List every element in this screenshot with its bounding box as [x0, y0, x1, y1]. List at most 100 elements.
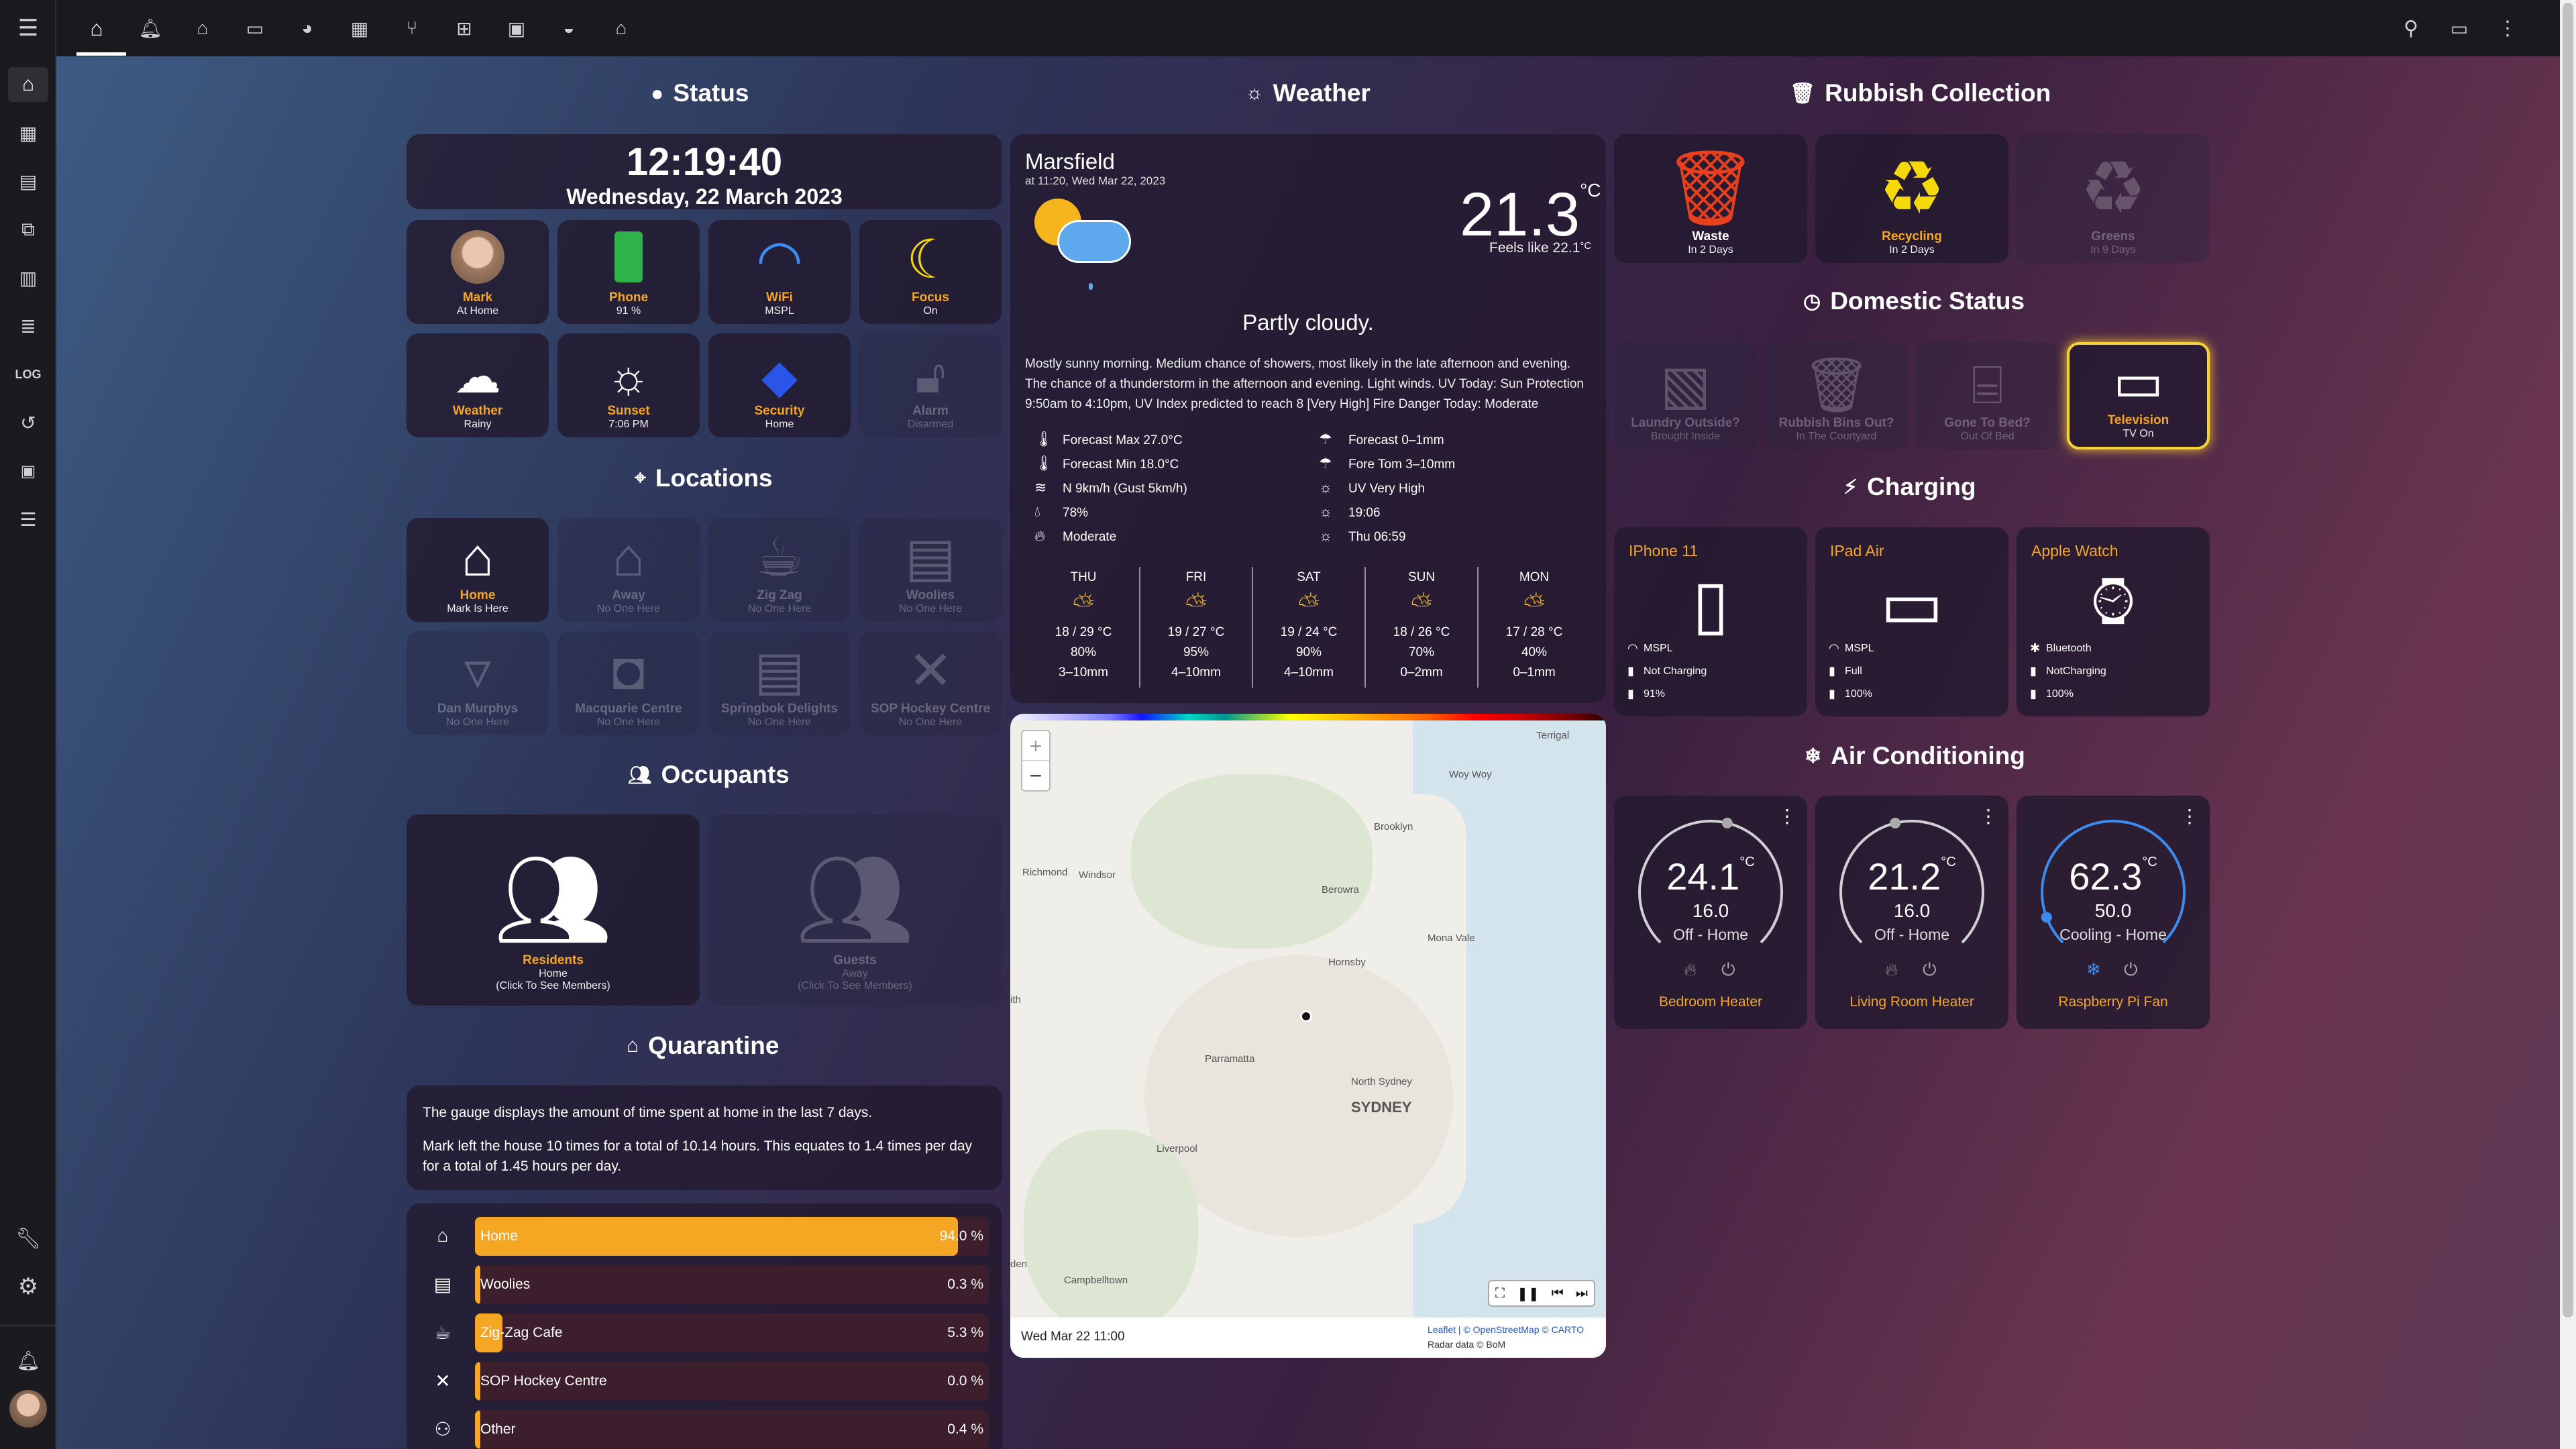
device-info-2: 91% — [1644, 688, 1666, 700]
store-icon[interactable]: ▤ — [8, 164, 48, 199]
thermostat-card-1[interactable]: ⋮ 21.2°C 16.0 Off - Home 🔥︎ ⏻ Living Room Heat… — [1815, 796, 2008, 1029]
scrollbar-thumb[interactable] — [2563, 3, 2573, 1318]
server-icon[interactable]: ☰ — [8, 502, 48, 537]
radar-map-card[interactable]: Terrigal Woy Woy Richmond Windsor Brooklyn Be… — [1010, 714, 1606, 1358]
tile-weather[interactable]: ☁ Weather Rainy — [407, 333, 549, 437]
menu-icon[interactable]: ☰ — [12, 15, 44, 42]
usage-bar[interactable]: Zig-Zag Cafe 5.3 % — [475, 1313, 989, 1352]
tab-film-icon[interactable]: ▦ — [339, 12, 380, 44]
tile-home-location[interactable]: ⌂ Home Mark Is Here — [407, 518, 549, 622]
tile-springbok-delights[interactable]: ▤ Springbok Delights No One Here — [708, 631, 851, 735]
power-icon[interactable]: ⏻ — [2124, 959, 2138, 981]
wrench-icon[interactable]: 🔧︎ — [8, 1221, 48, 1256]
tile-television[interactable]: ▭ Television TV On — [2067, 342, 2210, 449]
more-icon[interactable]: ⋮ — [2487, 12, 2528, 44]
thermostat-card-0[interactable]: ⋮ 24.1°C 16.0 Off - Home 🔥︎ ⏻ Bedroom Heater — [1614, 796, 1807, 1029]
tile-bins[interactable]: 🗑︎ Rubbish Bins Out? In The Courtyard — [1765, 342, 1908, 449]
thermostat-card-2[interactable]: ⋮ 62.3°C 50.0 Cooling - Home ❄ ⏻ Raspberry Pi … — [2017, 796, 2210, 1029]
forecast-temps: 19 / 27 °C — [1167, 625, 1225, 639]
tab-home-icon[interactable]: ⌂ — [76, 12, 117, 44]
tile-dan-murphys[interactable]: ▿ Dan Murphys No One Here — [407, 631, 549, 735]
tab-fork-icon[interactable]: ⑂ — [392, 12, 432, 44]
tab-house-icon[interactable]: ⌂ — [182, 12, 223, 44]
usage-bar[interactable]: Home 94.0 % — [475, 1217, 989, 1256]
chart-icon[interactable]: ▥ — [8, 260, 48, 295]
device-card-2[interactable]: Apple Watch ⌚︎ ✱ Bluetooth ▮ NotCharging ▮ 100% — [2017, 527, 2210, 716]
residents-card[interactable]: 👥︎ Residents Home (Click To See Members) — [407, 814, 700, 1006]
calendar-icon[interactable]: ▦ — [8, 115, 48, 150]
forecast-temps: 18 / 29 °C — [1055, 625, 1112, 639]
scrollbar[interactable] — [2560, 0, 2576, 1449]
dial-handle[interactable] — [1721, 817, 1733, 828]
tile-security[interactable]: ◆ Security Home — [708, 333, 851, 437]
tile-focus[interactable]: ☾ Focus On — [859, 220, 1002, 324]
tile-bed[interactable]: ⌸ Gone To Bed? Out Of Bed — [1916, 342, 2059, 449]
map-label: SYDNEY — [1351, 1099, 1412, 1116]
notifications-icon[interactable]: 🔔︎ — [8, 1343, 48, 1378]
detail-right-icon-0: ☂ — [1319, 431, 1332, 447]
fullscreen-icon[interactable]: ⛶ — [1495, 1286, 1505, 1301]
code-icon[interactable]: ⧉ — [8, 212, 48, 247]
device-card-0[interactable]: IPhone 11 ▯ ◠ MSPL ▮ Not Charging ▮ 91% — [1614, 527, 1807, 716]
tab-robot-icon[interactable]: ▣ — [496, 12, 537, 44]
usage-bar[interactable]: SOP Hockey Centre 0.0 % — [475, 1362, 989, 1401]
zoom-out-button[interactable]: − — [1022, 761, 1049, 790]
list-icon[interactable]: ≣ — [8, 309, 48, 343]
pause-icon[interactable]: ❚❚ — [1517, 1285, 1540, 1302]
guests-icon: 👥︎ — [795, 847, 915, 952]
tab-monitor-icon[interactable]: ▭ — [235, 12, 275, 44]
usage-bar[interactable]: Other 0.4 % — [475, 1410, 989, 1449]
log-icon[interactable]: LOG — [8, 357, 48, 392]
device-card-1[interactable]: IPad Air ▭ ◠ MSPL ▮ Full ▮ 100% — [1815, 527, 2008, 716]
tile-recycling[interactable]: ♻ Recycling In 2 Days — [1815, 134, 2008, 263]
guests-card[interactable]: 👥︎ Guests Away (Click To See Members) — [708, 814, 1002, 1006]
tile-mark[interactable]: Mark At Home — [407, 220, 549, 324]
more-options-icon[interactable]: ⋮ — [1979, 805, 1998, 827]
tab-pie-icon[interactable]: ◕ — [287, 12, 327, 44]
search-icon[interactable]: ⚲ — [2391, 12, 2431, 44]
tile-away[interactable]: ⌂ Away No One Here — [557, 518, 700, 622]
mode-heat-icon[interactable]: 🔥︎ — [1684, 959, 1697, 981]
map-label: Parramatta — [1205, 1053, 1255, 1065]
power-icon[interactable]: ⏻ — [1923, 959, 1937, 981]
tile-wifi[interactable]: ◠ WiFi MSPL — [708, 220, 851, 324]
sidebar-home-icon[interactable]: ⌂ — [8, 67, 48, 102]
skip-back-icon[interactable]: ⏮ — [1552, 1286, 1564, 1301]
gear-icon[interactable]: ⚙ — [8, 1269, 48, 1304]
tile-alarm[interactable]: 🔓︎ Alarm Disarmed — [859, 333, 1002, 437]
tile-zig-zag[interactable]: ☕︎ Zig Zag No One Here — [708, 518, 851, 622]
mode-cool-icon[interactable]: ❄ — [2086, 959, 2101, 980]
tile-greens[interactable]: ♻ Greens In 9 Days — [2017, 134, 2210, 263]
current-temp: 62.3°C — [2017, 855, 2210, 898]
map-attribution-1[interactable]: Leaflet | © OpenStreetMap © CARTO — [1428, 1324, 1584, 1335]
tile-macquarie-centre[interactable]: ◘ Macquarie Centre No One Here — [557, 631, 700, 735]
more-options-icon[interactable]: ⋮ — [1778, 805, 1796, 827]
map-attribution-2[interactable]: Radar data © BoM — [1428, 1339, 1505, 1350]
avatar[interactable] — [9, 1390, 47, 1428]
tile-phone[interactable]: Phone 91 % — [557, 220, 700, 324]
mode-heat-icon[interactable]: 🔥︎ — [1885, 959, 1898, 981]
tile-sunset[interactable]: ☼ Sunset 7:06 PM — [557, 333, 700, 437]
tab-grid-icon[interactable]: ⊞ — [444, 12, 484, 44]
forecast-day-fri: FRI ⛅︎ 19 / 27 °C 95% 4–10mm — [1146, 568, 1246, 683]
tile-woolies[interactable]: ▤ Woolies No One Here — [859, 518, 1002, 622]
history-icon[interactable]: ↺ — [8, 405, 48, 440]
skip-forward-icon[interactable]: ⏭ — [1576, 1286, 1588, 1301]
tab-car-icon[interactable]: ◒ — [549, 12, 589, 44]
tab-home-gear-icon[interactable]: ⌂ — [601, 12, 641, 44]
usage-bar-fill — [475, 1410, 480, 1449]
dial-handle[interactable] — [1890, 817, 1901, 828]
tile-waste[interactable]: 🗑︎ Waste In 2 Days — [1614, 134, 1807, 263]
map-label: Terrigal — [1536, 730, 1570, 741]
more-options-icon[interactable]: ⋮ — [2180, 805, 2199, 827]
terminal-icon[interactable]: ▣ — [8, 453, 48, 488]
zoom-in-button[interactable]: + — [1022, 731, 1049, 761]
tab-bell-icon[interactable]: 🔔︎ — [130, 12, 170, 44]
usage-bar[interactable]: Woolies 0.3 % — [475, 1265, 989, 1304]
chat-icon[interactable]: ▭ — [2439, 12, 2479, 44]
occupants-title: 👥︎ Occupants — [628, 761, 790, 788]
power-icon[interactable]: ⏻ — [1721, 959, 1735, 981]
tile-sop-hockey[interactable]: ✕ SOP Hockey Centre No One Here — [859, 631, 1002, 735]
tile-laundry[interactable]: ▧ Laundry Outside? Brought Inside — [1614, 342, 1757, 449]
map-location-marker[interactable] — [1300, 1010, 1312, 1022]
